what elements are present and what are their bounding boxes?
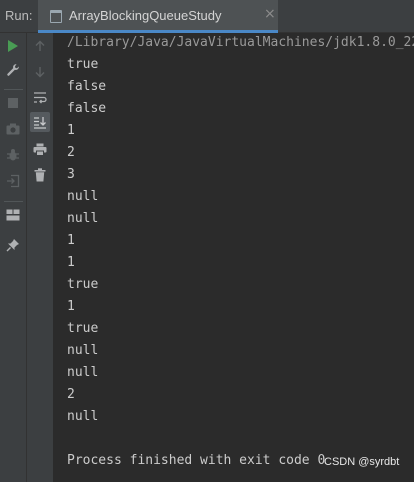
- arrow-up-icon: [35, 40, 45, 51]
- soft-wrap-icon: [34, 91, 47, 103]
- output-line: 1: [67, 255, 75, 270]
- print-icon: [33, 143, 47, 156]
- exit-message: Process finished with exit code 0: [67, 453, 326, 468]
- output-line: true: [67, 321, 99, 336]
- arrow-down-icon: [35, 67, 45, 78]
- output-line: null: [67, 211, 99, 226]
- output-line: 1: [67, 299, 75, 314]
- console-window-icon: [50, 10, 62, 23]
- debug-button[interactable]: [3, 145, 23, 165]
- wrench-icon: [7, 64, 19, 76]
- exit-button[interactable]: [3, 171, 23, 191]
- output-line: null: [67, 409, 99, 424]
- stop-icon: [8, 98, 18, 108]
- output-line: false: [67, 79, 107, 94]
- output-line: 1: [67, 123, 75, 138]
- run-tab-bar: Run: ArrayBlockingQueueStudy ×: [0, 0, 414, 33]
- output-line: null: [67, 343, 99, 358]
- tab-array-blocking-queue-study[interactable]: ArrayBlockingQueueStudy ×: [38, 0, 278, 33]
- output-line: 2: [67, 387, 75, 402]
- output-line: null: [67, 365, 99, 380]
- bug-icon: [7, 149, 19, 161]
- output-line: true: [67, 57, 99, 72]
- scroll-to-end-button[interactable]: [30, 112, 50, 132]
- console-toolbar: [27, 33, 54, 482]
- rerun-button[interactable]: [3, 36, 23, 56]
- output-line: 1: [67, 233, 75, 248]
- play-icon: [8, 40, 18, 52]
- output-line: 2: [67, 145, 75, 160]
- stop-button[interactable]: [3, 93, 23, 113]
- pin-tab-button[interactable]: [3, 235, 23, 255]
- camera-icon: [6, 123, 20, 135]
- modify-run-config-button[interactable]: [3, 60, 23, 80]
- output-line: 3: [67, 167, 75, 182]
- print-button[interactable]: [30, 139, 50, 159]
- watermark: CSDN @syrdbt: [324, 456, 400, 468]
- run-label: Run:: [5, 8, 33, 23]
- toolbar-separator: [4, 201, 23, 202]
- exit-icon: [7, 174, 20, 188]
- layout-button[interactable]: [3, 205, 23, 225]
- output-line: true: [67, 277, 99, 292]
- trash-icon: [34, 168, 46, 182]
- run-command-line: /Library/Java/JavaVirtualMachines/jdk1.8…: [67, 35, 414, 50]
- run-toolbar-left: [0, 33, 27, 482]
- previous-occurrence-button[interactable]: [30, 36, 50, 56]
- output-line: null: [67, 189, 99, 204]
- next-occurrence-button[interactable]: [30, 62, 50, 82]
- clear-all-button[interactable]: [30, 165, 50, 185]
- soft-wrap-button[interactable]: [30, 87, 50, 107]
- console-output[interactable]: /Library/Java/JavaVirtualMachines/jdk1.8…: [54, 33, 414, 482]
- output-line: false: [67, 101, 107, 116]
- scroll-to-end-icon: [34, 116, 46, 129]
- close-icon[interactable]: ×: [264, 6, 276, 22]
- thread-dump-button[interactable]: [3, 119, 23, 139]
- tab-title: ArrayBlockingQueueStudy: [69, 8, 222, 23]
- pin-icon: [6, 239, 19, 252]
- toolbar-separator: [4, 89, 23, 90]
- layout-icon: [6, 209, 20, 221]
